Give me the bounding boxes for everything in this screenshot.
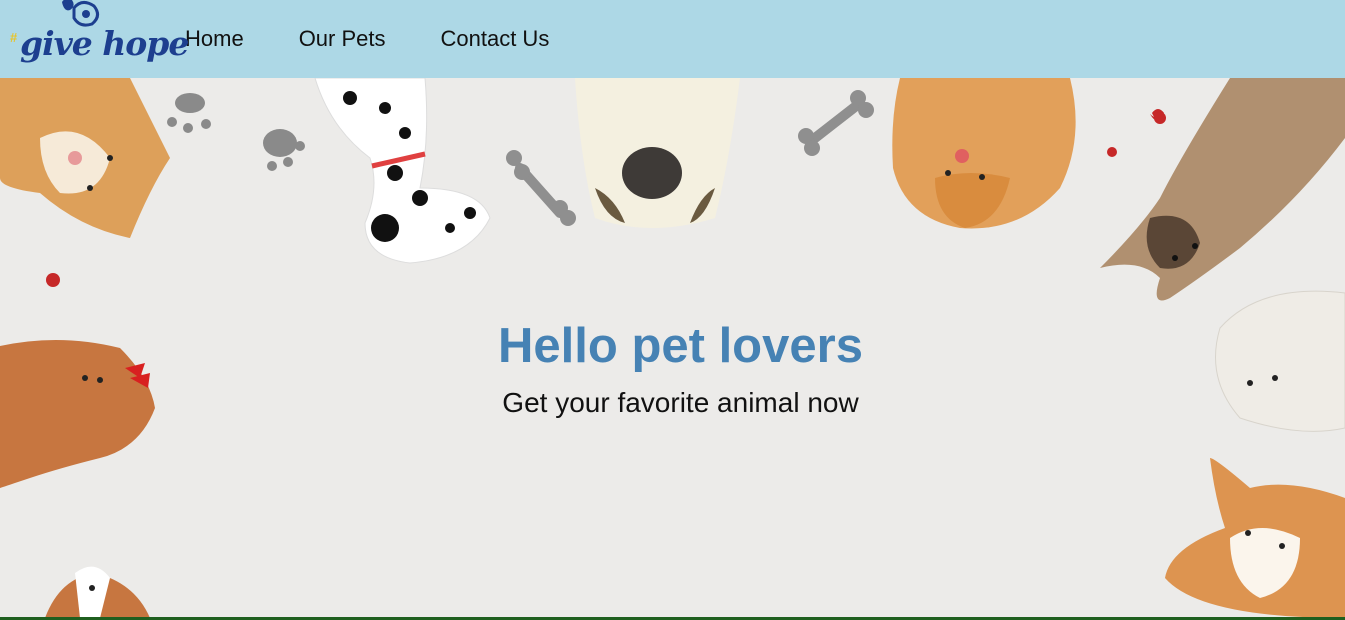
nav-link-home[interactable]: Home xyxy=(185,28,244,50)
nav-link-contact-us[interactable]: Contact Us xyxy=(441,28,550,50)
logo-text: give hope xyxy=(20,24,189,63)
dalmatian-dog-illustration xyxy=(314,78,491,264)
nav-link-our-pets[interactable]: Our Pets xyxy=(299,28,386,50)
navbar: # give hope Home Our Pets Contact Us xyxy=(0,0,1345,78)
white-dog-illustration xyxy=(575,78,740,228)
hero-section: Hello pet lovers Get your favorite anima… xyxy=(0,78,1345,618)
logo-hash: # xyxy=(10,30,18,45)
pomeranian-dog-illustration xyxy=(892,78,1076,229)
hero-title: Hello pet lovers xyxy=(498,319,863,373)
shepherd-dog-illustration xyxy=(1100,78,1345,301)
corgi-dog-illustration xyxy=(1165,458,1345,618)
shiba-dog-illustration xyxy=(0,78,170,238)
give-hope-logo[interactable]: # give hope xyxy=(6,0,189,78)
small-dog-illustration xyxy=(45,566,150,618)
main-nav: Home Our Pets Contact Us xyxy=(185,28,604,50)
hero-subtitle: Get your favorite animal now xyxy=(502,387,859,418)
paw-prints-illustration xyxy=(167,93,305,171)
